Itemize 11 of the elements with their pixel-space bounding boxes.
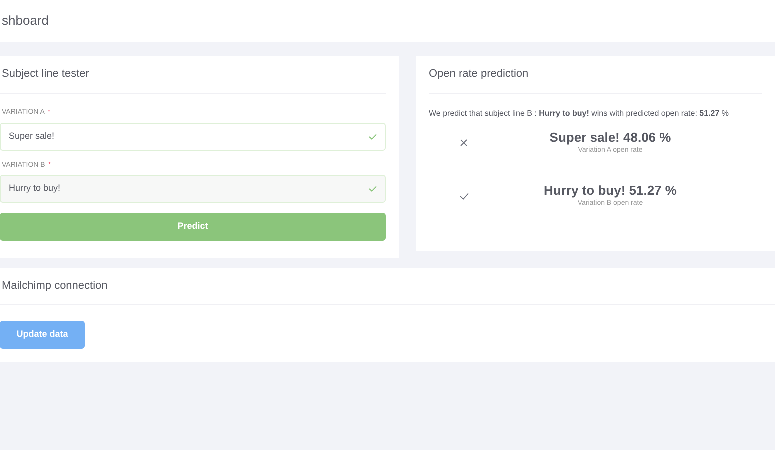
check-icon xyxy=(369,134,377,140)
prediction-summary: We predict that subject line B : Hurry to buy! wins with predicted open rate: 51.27 % xyxy=(429,108,730,120)
card-title: Open rate prediction xyxy=(429,67,529,82)
card-title: Subject line tester xyxy=(2,67,90,82)
text-field[interactable]: Hurry to buy! xyxy=(0,175,386,203)
page-title: shboard xyxy=(2,12,49,30)
result-headline: Super sale! 48.06 % xyxy=(550,130,672,146)
card-title: Mailchimp connection xyxy=(2,278,108,294)
text-field[interactable]: Super sale! xyxy=(0,122,386,150)
result-headline: Hurry to buy! 51.27 % xyxy=(544,182,677,199)
check-icon xyxy=(369,186,377,192)
